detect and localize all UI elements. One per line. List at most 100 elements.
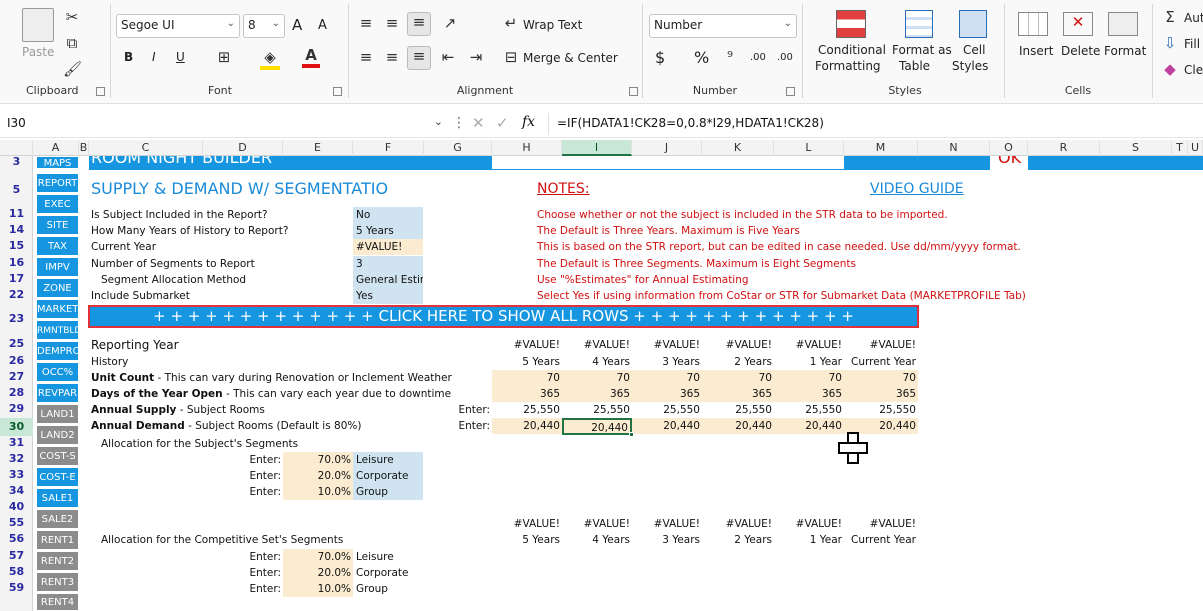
days-open-cell[interactable]: 365	[562, 386, 630, 402]
segment-name[interactable]: Group	[356, 484, 388, 500]
days-open-cell[interactable]: 365	[492, 386, 560, 402]
cell-styles-button-2[interactable]: Styles	[952, 59, 988, 73]
more-icon[interactable]: ⋮	[452, 115, 466, 131]
row-header[interactable]: 56	[0, 532, 33, 545]
setting-value[interactable]: #VALUE!	[353, 239, 423, 255]
row-header[interactable]: 33	[0, 468, 33, 481]
underline-button[interactable]: U	[176, 50, 185, 64]
delete-cells-icon[interactable]: ✕	[1063, 12, 1093, 36]
col-header-t[interactable]: T	[1172, 140, 1188, 156]
bold-button[interactable]: B	[124, 50, 133, 64]
col-header-h[interactable]: H	[492, 140, 562, 156]
row-header[interactable]: 17	[0, 272, 33, 285]
video-guide-link[interactable]: VIDEO GUIDE	[870, 178, 964, 200]
wrap-text-button[interactable]: Wrap Text	[523, 18, 582, 32]
conditional-formatting-button[interactable]: Conditional	[818, 43, 886, 57]
comma-style-icon[interactable]: ⁹	[722, 48, 738, 66]
segment-name[interactable]: Corporate	[356, 565, 409, 581]
col-header-e[interactable]: E	[283, 140, 353, 156]
font-launcher-icon[interactable]	[333, 87, 342, 96]
col-header-m[interactable]: M	[844, 140, 918, 156]
unit-count-cell[interactable]: 70	[632, 370, 700, 386]
row-header[interactable]: 22	[0, 288, 33, 301]
row-header[interactable]: 3	[0, 156, 33, 167]
col-header-o[interactable]: O	[990, 140, 1028, 156]
nav-sale1-button[interactable]: SALE1	[36, 488, 79, 508]
align-middle-icon[interactable]: ≡	[382, 14, 402, 32]
row-header[interactable]: 58	[0, 565, 33, 578]
unit-count-cell[interactable]: 70	[844, 370, 916, 386]
fill-color-icon[interactable]: ◈	[260, 48, 280, 70]
row-header[interactable]: 14	[0, 223, 33, 236]
setting-value[interactable]: General Estima	[353, 272, 423, 288]
cell-styles-button[interactable]: Cell	[963, 43, 985, 57]
align-center-icon[interactable]: ≡	[382, 48, 402, 66]
cell-styles-icon[interactable]	[959, 10, 987, 38]
insert-cells-icon[interactable]	[1018, 12, 1048, 36]
supply-cell[interactable]: 25,550	[702, 402, 772, 418]
days-open-cell[interactable]: 365	[632, 386, 700, 402]
nav-impv-button[interactable]: IMPV	[36, 257, 79, 277]
col-header-b[interactable]: B	[79, 140, 89, 156]
demand-cell[interactable]: 20,440	[492, 418, 560, 434]
font-family-select[interactable]: Segoe UI ⌄	[116, 14, 240, 38]
segment-pct[interactable]: 20.0%	[283, 565, 351, 581]
setting-value[interactable]: 5 Years	[353, 223, 423, 239]
supply-cell[interactable]: 25,550	[632, 402, 700, 418]
segment-pct[interactable]: 70.0%	[283, 452, 351, 468]
nav-rent3-button[interactable]: RENT3	[36, 572, 79, 592]
nav-sale2-button[interactable]: SALE2	[36, 509, 79, 529]
col-header-g[interactable]: G	[424, 140, 492, 156]
increase-indent-icon[interactable]: ⇥	[466, 48, 486, 66]
nav-rent1-button[interactable]: RENT1	[36, 530, 79, 550]
chevron-down-icon[interactable]: ⌄	[434, 115, 443, 128]
nav-site-button[interactable]: SITE	[36, 215, 79, 235]
col-header-r[interactable]: R	[1028, 140, 1100, 156]
alignment-launcher-icon[interactable]	[629, 87, 638, 96]
font-color-icon[interactable]: A	[302, 46, 320, 68]
supply-cell[interactable]: 25,550	[492, 402, 560, 418]
fill-icon[interactable]: ⇩	[1162, 34, 1178, 52]
supply-cell[interactable]: 25,550	[562, 402, 630, 418]
segment-pct[interactable]: 10.0%	[283, 581, 351, 597]
nav-rmntbldr-button[interactable]: RMNTBLDR	[36, 320, 88, 340]
merge-center-icon[interactable]: ⊟	[502, 48, 520, 66]
decrease-decimal-button[interactable]: .00	[777, 52, 793, 63]
days-open-cell[interactable]: 365	[844, 386, 916, 402]
cancel-icon[interactable]: ✕	[472, 114, 485, 132]
row-header[interactable]: 34	[0, 484, 33, 497]
segment-pct[interactable]: 20.0%	[283, 468, 351, 484]
segment-pct[interactable]: 10.0%	[283, 484, 351, 500]
demand-cell-selected[interactable]: 20,440	[562, 418, 632, 435]
nav-exec-button[interactable]: EXEC	[36, 194, 79, 214]
number-format-select[interactable]: Number ⌄	[649, 14, 797, 38]
format-as-table-icon[interactable]	[905, 10, 933, 38]
col-header-d[interactable]: D	[203, 140, 283, 156]
nav-rent4-button[interactable]: RENT4	[36, 593, 79, 611]
format-button[interactable]: Format	[1104, 44, 1146, 58]
days-open-cell[interactable]: 365	[702, 386, 772, 402]
nav-rent2-button[interactable]: RENT2	[36, 551, 79, 571]
nav-cost-e-button[interactable]: COST-E	[36, 467, 79, 487]
days-open-cell[interactable]: 365	[774, 386, 842, 402]
cut-icon[interactable]: ✂	[63, 8, 81, 26]
row-header[interactable]: 23	[0, 312, 33, 325]
row-header[interactable]: 25	[0, 337, 33, 350]
row-header[interactable]: 59	[0, 581, 33, 594]
row-header[interactable]: 32	[0, 452, 33, 465]
show-all-rows-button[interactable]: + + + + + + + + + + + + + CLICK HERE TO …	[88, 305, 919, 328]
merge-center-button[interactable]: Merge & Center	[523, 51, 618, 65]
format-as-table-button[interactable]: Format as	[892, 43, 952, 57]
row-header[interactable]: 31	[0, 436, 33, 449]
shrink-font-button[interactable]: A	[318, 18, 327, 33]
nav-tax-button[interactable]: TAX	[36, 236, 79, 256]
segment-name[interactable]: Group	[356, 581, 388, 597]
row-header[interactable]: 28	[0, 386, 33, 399]
demand-cell[interactable]: 20,440	[632, 418, 700, 434]
col-header-j[interactable]: J	[632, 140, 702, 156]
orientation-icon[interactable]: ↗	[438, 14, 462, 32]
nav-land1-button[interactable]: LAND1	[36, 404, 79, 424]
conditional-formatting-icon[interactable]	[836, 10, 866, 38]
grow-font-button[interactable]: A	[292, 16, 302, 34]
col-header-f[interactable]: F	[353, 140, 424, 156]
